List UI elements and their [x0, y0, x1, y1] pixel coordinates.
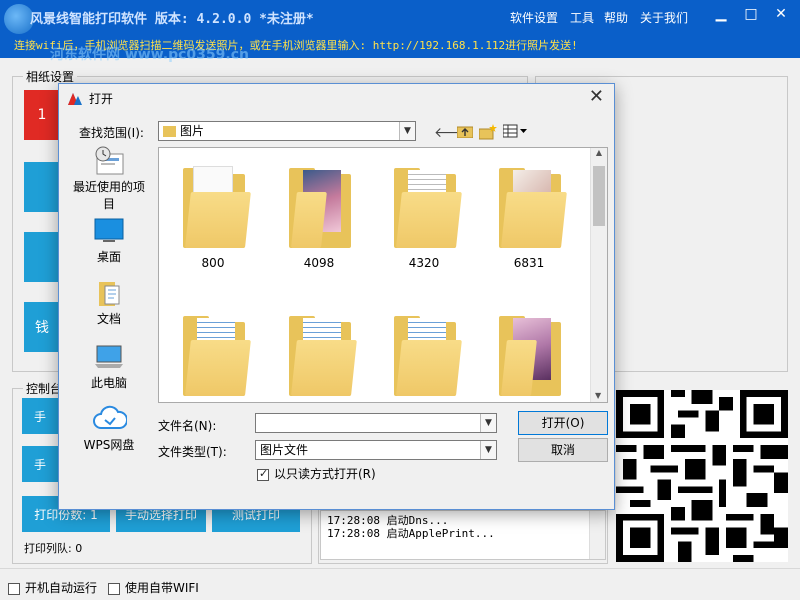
folder-item[interactable] — [477, 300, 581, 402]
log-time: 17:28:08 — [327, 514, 380, 527]
open-button[interactable]: 打开(O) — [518, 411, 608, 435]
folder-item[interactable] — [161, 300, 265, 402]
place-desktop[interactable]: 桌面 — [69, 216, 149, 265]
title-bar: 风景线智能打印软件 版本: 4.2.0.0 *未注册* 软件设置 工具 帮助 关… — [0, 0, 800, 34]
bottom-bar: 开机自动运行 使用自带WIFI — [0, 568, 800, 600]
watermark: 河东软件网 www.pc0359.cn — [50, 47, 249, 63]
readonly-checkbox[interactable] — [257, 467, 269, 481]
folder-item[interactable]: 4320 — [372, 152, 476, 277]
autostart-label: 开机自动运行 — [25, 581, 98, 595]
place-recent[interactable]: 最近使用的项目 — [69, 146, 149, 212]
log-line: 17:28:08 启动Dns... — [327, 514, 599, 527]
new-folder-icon[interactable] — [478, 124, 497, 144]
folder-icon — [499, 314, 561, 396]
wifi-option[interactable]: 使用自带WIFI — [108, 579, 199, 596]
log-time: 17:28:08 — [327, 527, 380, 540]
paper-button-1[interactable]: 1 — [24, 90, 60, 140]
chevron-down-icon[interactable]: ▼ — [480, 441, 496, 459]
file-list[interactable]: 800 4098 4320 6831 ▲ ▼ — [158, 147, 608, 403]
autostart-option[interactable]: 开机自动运行 — [8, 579, 97, 596]
scroll-up-icon[interactable]: ▲ — [591, 148, 607, 157]
wifi-checkbox[interactable] — [108, 582, 120, 595]
folder-icon — [394, 314, 462, 396]
folder-name: 4320 — [408, 256, 440, 270]
autostart-checkbox[interactable] — [8, 582, 20, 595]
qr-code — [616, 390, 788, 562]
filetype-value: 图片文件 — [260, 443, 309, 457]
menu-help[interactable]: 帮助 — [604, 9, 628, 26]
dialog-title: 打开 — [89, 92, 114, 106]
scroll-thumb[interactable] — [593, 166, 605, 226]
place-desktop-label: 桌面 — [96, 250, 121, 264]
folder-item[interactable]: 6831 — [477, 152, 581, 277]
maximize-icon[interactable]: □ — [736, 2, 766, 26]
folder-icon — [163, 126, 176, 137]
cloud-icon — [93, 404, 129, 434]
look-in-label: 查找范围(I): — [79, 126, 144, 140]
folder-item[interactable]: 4098 — [267, 152, 371, 277]
folder-name: 800 — [201, 256, 225, 270]
filetype-label: 文件类型(T): — [158, 445, 227, 459]
manual-button-2[interactable]: 手 — [22, 446, 58, 482]
folder-name: 6831 — [513, 256, 545, 270]
chevron-down-icon[interactable]: ▼ — [480, 414, 496, 432]
documents-icon — [93, 278, 125, 308]
file-list-scrollbar[interactable]: ▲ ▼ — [590, 148, 607, 402]
dialog-app-icon — [68, 93, 82, 105]
folder-item[interactable] — [372, 300, 476, 402]
folder-icon — [289, 166, 351, 248]
paper-button-4[interactable]: 钱 — [24, 302, 60, 352]
filename-input[interactable]: ▼ — [255, 413, 497, 433]
log-scrollbar[interactable] — [589, 511, 605, 559]
menu-settings[interactable]: 软件设置 — [510, 9, 558, 26]
readonly-option[interactable]: 以只读方式打开(R) — [257, 465, 376, 482]
desktop-icon — [93, 216, 125, 246]
place-wps-cloud[interactable]: WPS网盘 — [69, 404, 149, 453]
up-folder-icon[interactable] — [456, 124, 474, 142]
place-this-pc-label: 此电脑 — [90, 376, 127, 390]
readonly-label: 以只读方式打开(R) — [274, 467, 376, 481]
manual-button-1[interactable]: 手 — [22, 398, 58, 434]
print-queue-label: 打印列队: 0 — [24, 542, 83, 555]
open-file-dialog: 打开 ✕ 查找范围(I): 图片 ▼ 🡐 最近使用的项目 桌面 文档 此电脑 W… — [58, 83, 615, 510]
look-in-value: 图片 — [180, 124, 205, 138]
folder-icon — [183, 166, 251, 248]
log-area[interactable]: 17:28:08 启动Dns... 17:28:08 启动ApplePrint.… — [320, 510, 606, 560]
cancel-button[interactable]: 取消 — [518, 438, 608, 462]
look-in-combo[interactable]: 图片 ▼ — [158, 121, 416, 141]
app-title: 风景线智能打印软件 版本: 4.2.0.0 *未注册* — [30, 12, 314, 27]
computer-icon — [93, 342, 125, 372]
minimize-icon[interactable]: ▁ — [706, 2, 736, 26]
place-recent-label: 最近使用的项目 — [72, 180, 145, 211]
place-documents[interactable]: 文档 — [69, 278, 149, 327]
wifi-label: 使用自带WIFI — [125, 581, 199, 595]
dialog-close-icon[interactable]: ✕ — [589, 86, 604, 107]
folder-icon — [183, 314, 251, 396]
folder-icon — [289, 314, 357, 396]
view-menu-icon[interactable] — [502, 124, 529, 142]
place-documents-label: 文档 — [96, 312, 121, 326]
filename-label: 文件名(N): — [158, 419, 217, 433]
folder-icon — [499, 166, 567, 248]
filetype-select[interactable]: 图片文件 ▼ — [255, 440, 497, 460]
log-message: 启动Dns... — [386, 514, 449, 527]
folder-icon — [394, 166, 462, 248]
folder-item[interactable]: 800 — [161, 152, 265, 277]
paper-button-3[interactable] — [24, 232, 60, 282]
menu-about[interactable]: 关于我们 — [640, 9, 688, 26]
scroll-down-icon[interactable]: ▼ — [595, 391, 601, 400]
recent-items-icon — [93, 146, 125, 176]
chevron-down-icon[interactable]: ▼ — [399, 122, 415, 140]
log-message: 启动ApplePrint... — [386, 527, 495, 540]
folder-item[interactable] — [267, 300, 371, 402]
place-this-pc[interactable]: 此电脑 — [69, 342, 149, 391]
log-line: 17:28:08 启动ApplePrint... — [327, 527, 599, 540]
menu-tools[interactable]: 工具 — [570, 9, 594, 26]
close-icon[interactable]: ✕ — [766, 2, 796, 26]
place-wps-cloud-label: WPS网盘 — [83, 438, 135, 452]
places-bar: 最近使用的项目 桌面 文档 此电脑 WPS网盘 — [69, 146, 149, 456]
folder-name: 4098 — [303, 256, 335, 270]
paper-button-2[interactable] — [24, 162, 60, 212]
